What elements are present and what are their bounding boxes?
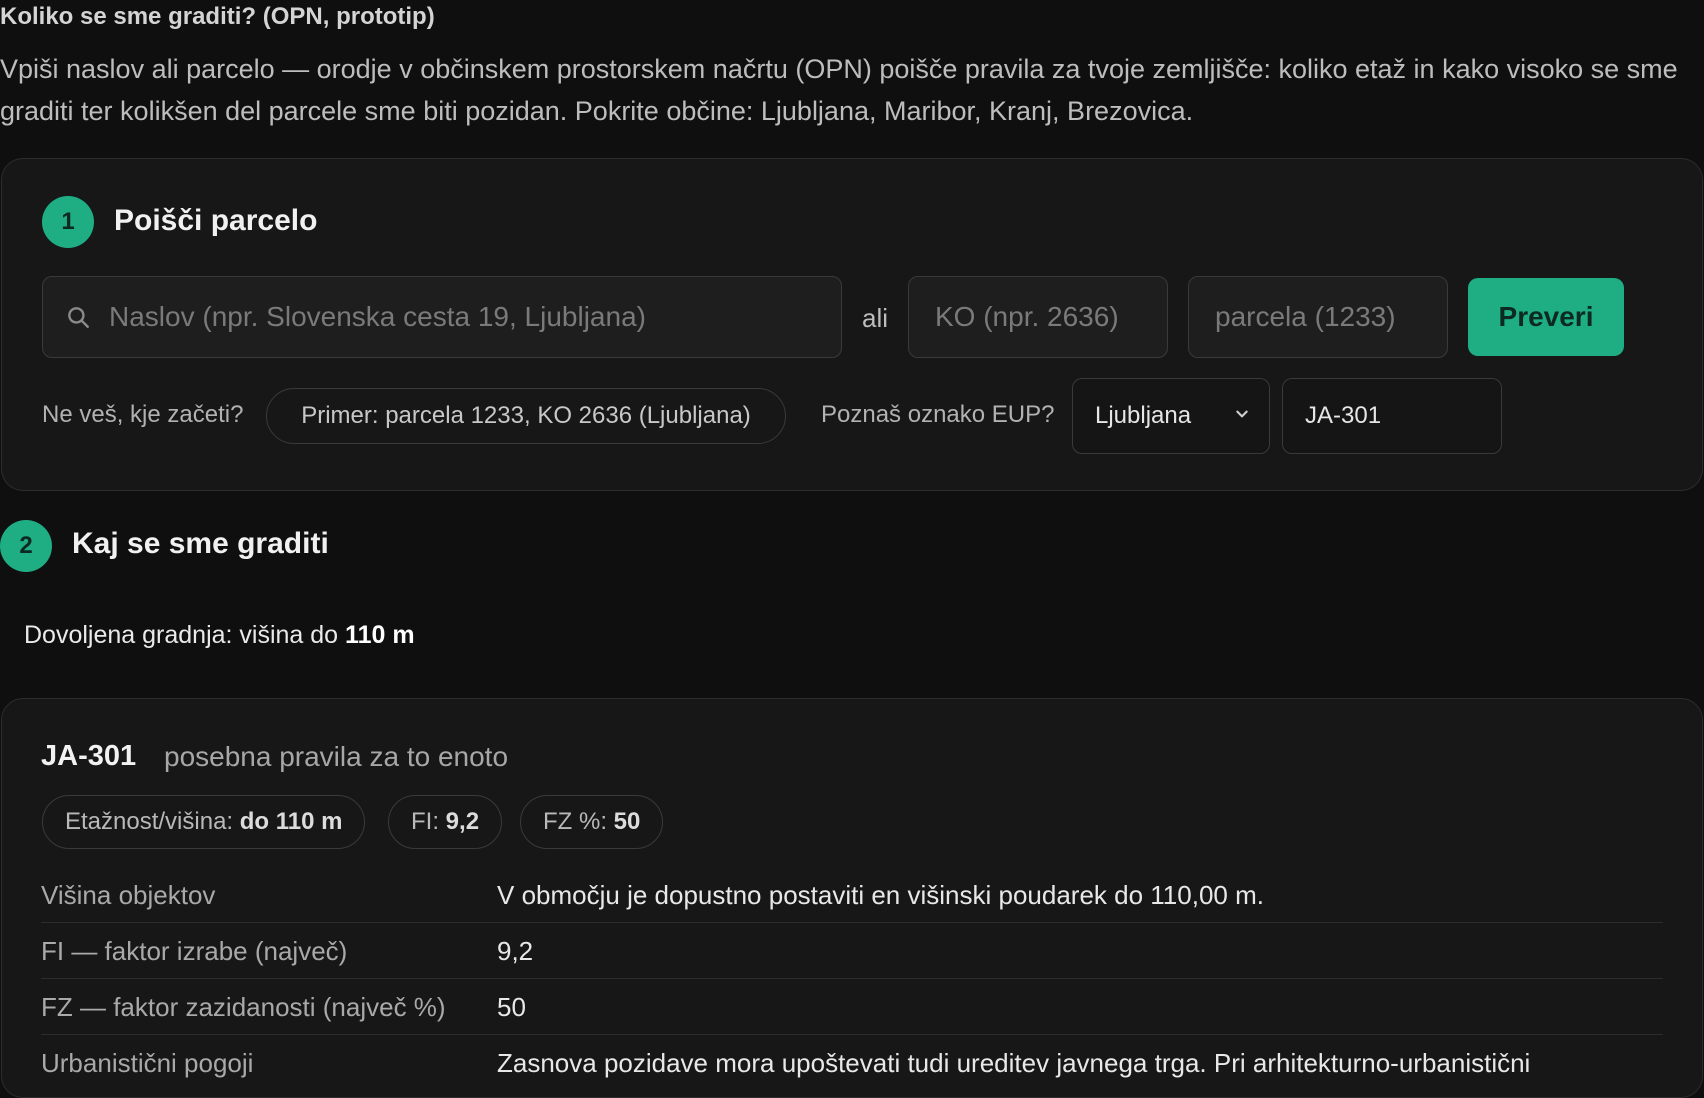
eup-code-input[interactable]: JA-301: [1282, 378, 1502, 454]
rule-label: Urbanistični pogoji: [41, 1048, 254, 1078]
badge-fi-label: FI:: [411, 808, 439, 835]
badge-height-label: Etažnost/višina:: [65, 808, 234, 835]
badge-fz-value: 50: [613, 808, 641, 835]
eup-code: JA-301: [41, 740, 137, 772]
address-input[interactable]: [107, 300, 841, 334]
rule-value: Zasnova pozidave mora upoštevati tudi ur…: [497, 1048, 1531, 1078]
hint-label: Ne veš, kje začeti?: [42, 401, 244, 428]
check-button[interactable]: Preveri: [1468, 278, 1624, 356]
allowed-prefix: Dovoljena gradnja: višina do: [24, 621, 339, 649]
badge-fi: FI: 9,2: [388, 795, 503, 849]
step-2-title: Kaj se sme graditi: [72, 527, 329, 560]
or-label: ali: [862, 303, 889, 333]
eup-subtitle: posebna pravila za to enoto: [164, 741, 509, 772]
parcel-field[interactable]: [1188, 276, 1448, 358]
badge-fz: FZ %: 50: [520, 795, 664, 849]
step-2-badge: 2: [0, 520, 52, 572]
rule-label: FZ — faktor zazidanosti (največ %): [41, 992, 446, 1022]
badge-fi-value: 9,2: [445, 808, 480, 835]
rule-row: Urbanistični pogoji Zasnova pozidave mor…: [41, 1034, 1663, 1090]
step-1-badge: 1: [42, 196, 94, 248]
search-icon: [65, 304, 91, 330]
rule-value: 9,2: [497, 936, 534, 966]
rule-value: 50: [497, 992, 526, 1022]
intro-text: Vpiši naslov ali parcelo — orodje v obči…: [0, 54, 1678, 126]
chevron-down-icon: [1236, 410, 1248, 418]
allowed-value: 110 m: [345, 621, 415, 649]
address-field[interactable]: [42, 276, 842, 358]
rule-row: FI — faktor izrabe (največ) 9,2: [41, 922, 1663, 979]
municipality-selected: Ljubljana: [1095, 402, 1192, 429]
ko-field[interactable]: [908, 276, 1168, 358]
step-1-title: Poišči parcelo: [114, 204, 318, 237]
rule-label: FI — faktor izrabe (največ): [41, 936, 348, 966]
ko-input[interactable]: [933, 300, 1167, 334]
eup-question-label: Poznaš oznako EUP?: [821, 401, 1055, 428]
badge-fz-label: FZ %:: [543, 808, 607, 835]
page-title: Koliko se sme graditi? (OPN, prototip): [0, 3, 435, 30]
badge-height: Etažnost/višina: do 110 m: [42, 795, 366, 849]
allowed-summary: Dovoljena gradnja: višina do 110 m: [24, 621, 415, 650]
badge-height-value: do 110 m: [239, 808, 343, 835]
rule-row: Višina objektov V območju je dopustno po…: [41, 866, 1663, 923]
parcel-input[interactable]: [1213, 300, 1447, 334]
municipality-select[interactable]: Ljubljana: [1072, 378, 1270, 454]
rule-row: FZ — faktor zazidanosti (največ %) 50: [41, 978, 1663, 1035]
rule-label: Višina objektov: [41, 880, 216, 910]
example-button[interactable]: Primer: parcela 1233, KO 2636 (Ljubljana…: [266, 388, 786, 444]
rule-value: V območju je dopustno postaviti en višin…: [497, 880, 1264, 910]
